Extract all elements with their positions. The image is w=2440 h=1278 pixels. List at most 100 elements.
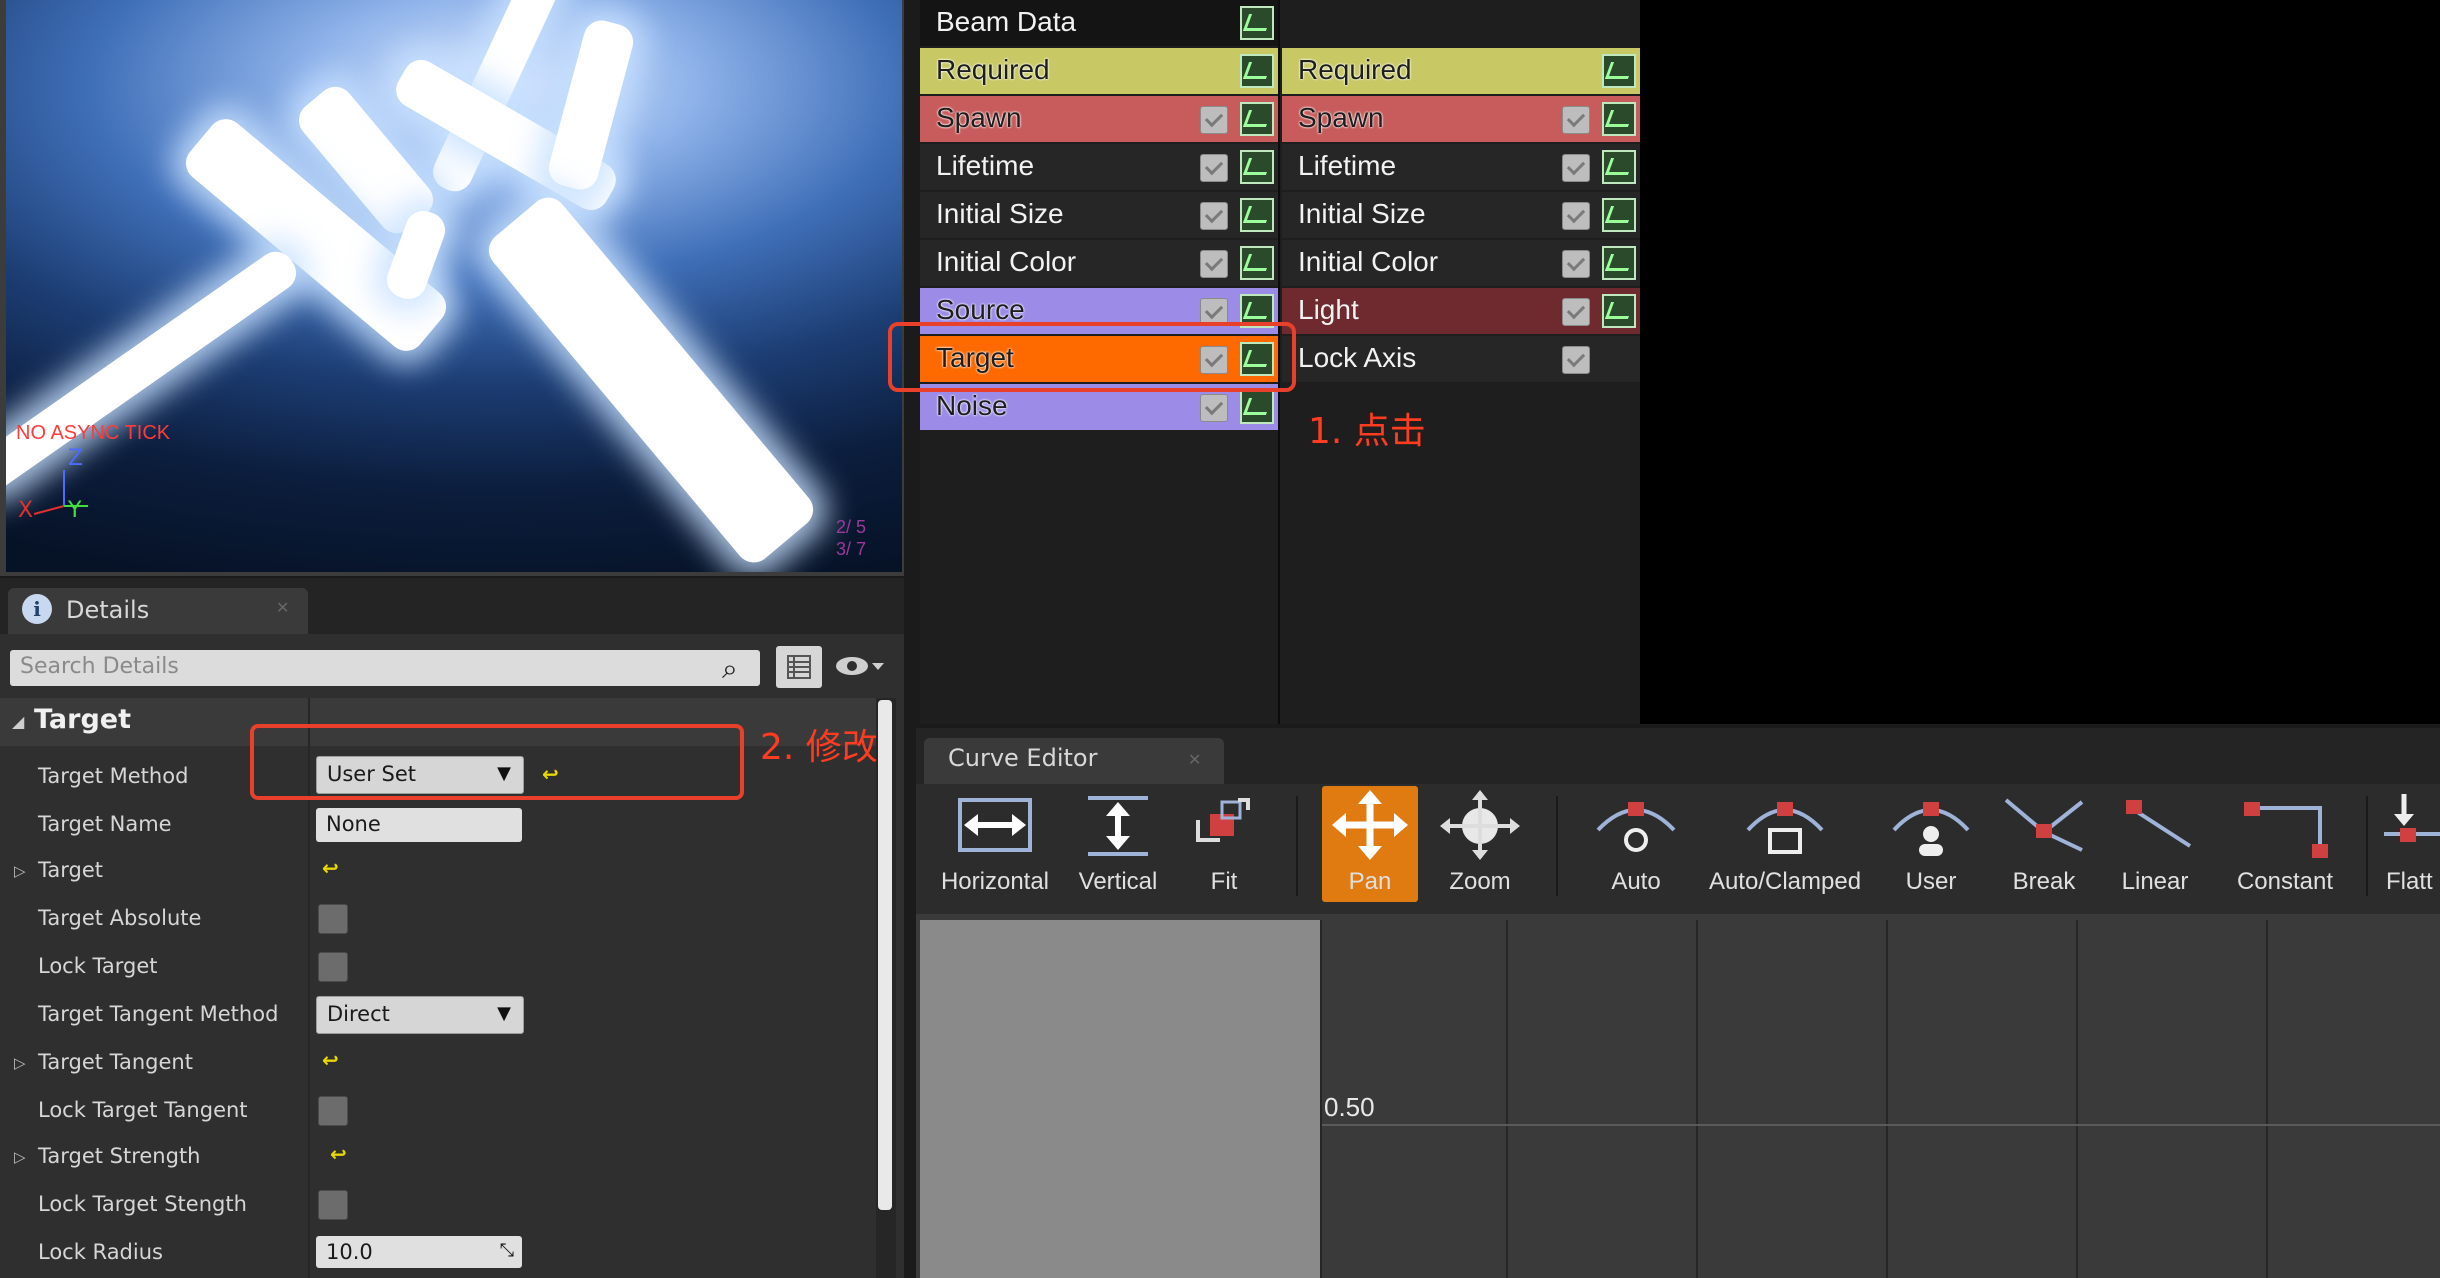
- scrollbar-thumb[interactable]: [878, 700, 892, 1210]
- reset-to-default-icon[interactable]: ↩: [322, 856, 339, 880]
- tool-auto-button[interactable]: Auto: [1586, 786, 1686, 902]
- toolbar-separator: [1296, 796, 1298, 896]
- curve-graph-icon[interactable]: [1602, 54, 1636, 88]
- enable-checkbox[interactable]: [1200, 106, 1228, 134]
- property-matrix-button[interactable]: [776, 646, 822, 688]
- tool-constant-button[interactable]: Constant: [2220, 786, 2350, 902]
- module-initial-size[interactable]: Initial Size: [920, 192, 1278, 238]
- module-spawn[interactable]: Spawn: [920, 96, 1278, 142]
- stats-row: 2/ 5: [836, 517, 867, 537]
- module-label: Initial Size: [1298, 198, 1426, 229]
- module-initial-size[interactable]: Initial Size: [1282, 192, 1640, 238]
- prop-label-lock-target-strength: Lock Target Stength: [38, 1192, 247, 1216]
- target-absolute-checkbox[interactable]: [318, 904, 348, 934]
- zoom-icon: [1440, 790, 1520, 860]
- visibility-options-button[interactable]: [834, 650, 888, 687]
- curve-graph-icon[interactable]: [1240, 246, 1274, 280]
- enable-checkbox[interactable]: [1200, 154, 1228, 182]
- tool-linear-button[interactable]: Linear: [2110, 786, 2200, 902]
- expand-arrow-icon[interactable]: ▷: [14, 862, 26, 880]
- curve-graph-icon[interactable]: [1602, 246, 1636, 280]
- module-lifetime[interactable]: Lifetime: [1282, 144, 1640, 190]
- lock-radius-field[interactable]: 10.0 ⤡: [316, 1236, 522, 1268]
- tool-pan-button[interactable]: Pan: [1322, 786, 1418, 902]
- tool-auto-clamped-button[interactable]: Auto/Clamped: [1700, 786, 1870, 902]
- module-required[interactable]: Required: [1282, 48, 1640, 94]
- lock-target-strength-checkbox[interactable]: [318, 1190, 348, 1220]
- close-icon[interactable]: ✕: [276, 598, 289, 617]
- tool-horizontal-button[interactable]: Horizontal: [938, 786, 1052, 902]
- tool-label: Break: [2012, 868, 2076, 895]
- linear-interp-icon: [2126, 800, 2192, 848]
- expand-arrow-icon[interactable]: ▷: [14, 1148, 26, 1166]
- prop-label-target-name: Target Name: [38, 812, 172, 836]
- tool-fit-button[interactable]: Fit: [1180, 786, 1268, 902]
- module-label: Lock Axis: [1298, 342, 1417, 373]
- enable-checkbox[interactable]: [1562, 106, 1590, 134]
- emitter-header-beam-data[interactable]: Beam Data: [920, 0, 1278, 46]
- curve-graph-icon[interactable]: [1602, 102, 1636, 136]
- tool-break-button[interactable]: Break: [1996, 786, 2092, 902]
- module-lock-axis[interactable]: Lock Axis: [1282, 336, 1640, 382]
- curve-graph-icon[interactable]: [1240, 198, 1274, 232]
- lock-target-checkbox[interactable]: [318, 952, 348, 982]
- curve-graph-icon[interactable]: [1602, 150, 1636, 184]
- auto-tangent-icon: [1596, 802, 1676, 852]
- enable-checkbox[interactable]: [1562, 202, 1590, 230]
- curve-graph-icon[interactable]: [1240, 6, 1274, 40]
- reset-to-default-icon[interactable]: ↩: [330, 1142, 347, 1166]
- module-initial-color[interactable]: Initial Color: [1282, 240, 1640, 286]
- dropdown-arrow-icon: ▼: [497, 1003, 511, 1024]
- enable-checkbox[interactable]: [1562, 346, 1590, 374]
- category-title: Target: [34, 704, 132, 735]
- enable-checkbox[interactable]: [1200, 250, 1228, 278]
- tool-label: Vertical: [1078, 868, 1158, 895]
- curve-graph-icon[interactable]: [1240, 102, 1274, 136]
- enable-checkbox[interactable]: [1562, 154, 1590, 182]
- close-icon[interactable]: ✕: [1188, 750, 1201, 769]
- enable-checkbox[interactable]: [1200, 202, 1228, 230]
- grid-line: [1886, 920, 1888, 1278]
- break-tangent-icon: [2004, 798, 2084, 852]
- tool-user-button[interactable]: User: [1886, 786, 1976, 902]
- pan-icon: [1332, 790, 1408, 860]
- tool-label: Fit: [1210, 868, 1238, 895]
- curve-graph-icon[interactable]: [1240, 150, 1274, 184]
- tool-flatten-button[interactable]: Flatt: [2380, 786, 2440, 902]
- enable-checkbox[interactable]: [1562, 298, 1590, 326]
- user-tangent-icon: [1892, 802, 1970, 856]
- expand-arrow-icon[interactable]: ▷: [14, 1054, 26, 1072]
- lock-target-tangent-checkbox[interactable]: [318, 1096, 348, 1126]
- graph-value-label: 0.50: [1324, 1092, 1375, 1122]
- target-name-field[interactable]: None: [316, 808, 522, 842]
- horizontal-fit-icon: [958, 798, 1032, 852]
- curve-graph-icon[interactable]: [1240, 54, 1274, 88]
- module-required[interactable]: Required: [920, 48, 1278, 94]
- module-label: Required: [1298, 54, 1412, 85]
- details-tab[interactable]: [8, 588, 308, 634]
- module-light[interactable]: Light: [1282, 288, 1640, 334]
- enable-checkbox[interactable]: [1562, 250, 1590, 278]
- tool-vertical-button[interactable]: Vertical: [1070, 786, 1166, 902]
- tool-zoom-button[interactable]: Zoom: [1430, 786, 1530, 902]
- module-lifetime[interactable]: Lifetime: [920, 144, 1278, 190]
- module-initial-color[interactable]: Initial Color: [920, 240, 1278, 286]
- curve-graph-icon[interactable]: [1240, 390, 1274, 424]
- axis-x-label: X: [18, 498, 34, 523]
- target-tangent-method-dropdown[interactable]: Direct ▼: [316, 996, 524, 1034]
- curve-graph-icon[interactable]: [1602, 294, 1636, 328]
- particle-viewport[interactable]: [6, 0, 902, 572]
- grid-line: [1320, 920, 1322, 1278]
- enable-checkbox[interactable]: [1200, 394, 1228, 422]
- module-spawn[interactable]: Spawn: [1282, 96, 1640, 142]
- beam-glow: [481, 190, 821, 570]
- curve-graph-icon[interactable]: [1602, 198, 1636, 232]
- beam-glow: [544, 16, 638, 194]
- module-label: Required: [936, 54, 1050, 85]
- tool-label: Auto: [1611, 868, 1661, 895]
- search-icon[interactable]: ⌕: [722, 652, 738, 686]
- curve-track-list[interactable]: [920, 920, 1322, 1278]
- reset-to-default-icon[interactable]: ↩: [322, 1048, 339, 1072]
- collapse-arrow-icon[interactable]: ◢: [12, 712, 24, 731]
- text-value: None: [326, 812, 381, 836]
